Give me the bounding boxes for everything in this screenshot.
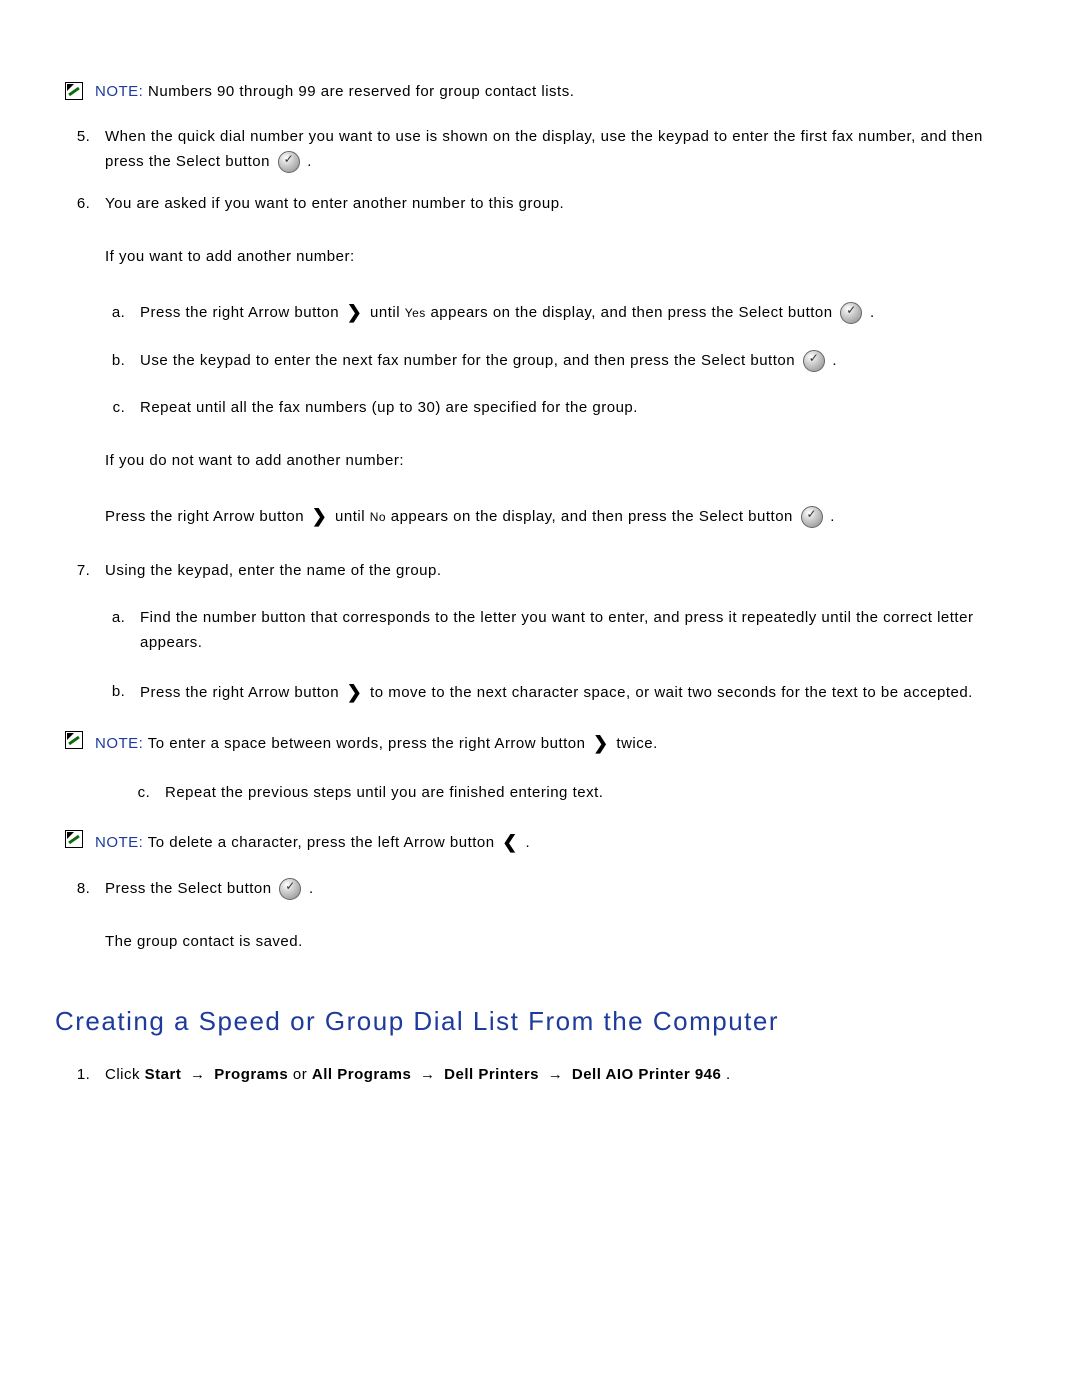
step-7c: Repeat the previous steps until you are … [155,781,1025,806]
select-button-icon [279,878,301,900]
comp-step-1: Click Start → Programs or All Programs →… [95,1063,1025,1088]
section-heading: Creating a Speed or Group Dial List From… [55,1000,1025,1043]
arrow-right-icon: ❯ [347,298,363,328]
arrow-right-icon: ❯ [593,729,609,759]
select-button-icon [803,350,825,372]
step-8: Press the Select button . The group cont… [95,877,1025,955]
step-6c: Repeat until all the fax numbers (up to … [130,396,1025,421]
note-icon [65,830,83,848]
note-body: Numbers 90 through 99 are reserved for g… [148,83,574,100]
arrow-right-icon: ❯ [347,678,363,708]
note-label: NOTE: [95,834,143,851]
note-block: NOTE: Numbers 90 through 99 are reserved… [65,80,1025,105]
step6-sublist-add: Press the right Arrow button ❯ until Yes… [130,298,1025,421]
no-text: No [370,510,386,524]
step-7: Using the keypad, enter the name of the … [95,559,1025,707]
note-block: NOTE: To delete a character, press the l… [65,828,1025,858]
menu-arrow: → [420,1066,436,1083]
saved-text: The group contact is saved. [105,930,1025,955]
note-text: NOTE: Numbers 90 through 99 are reserved… [95,80,574,105]
arrow-left-icon: ❮ [502,828,518,858]
note-icon [65,82,83,100]
if-add-heading: If you want to add another number: [105,245,1025,270]
yes-text: Yes [405,306,426,320]
note-label: NOTE: [95,83,143,100]
step7-sublist-cont: Repeat the previous steps until you are … [155,781,1025,806]
menu-dell-aio: Dell AIO Printer 946 [572,1066,722,1083]
computer-list: Click Start → Programs or All Programs →… [95,1063,1025,1088]
note-icon [65,731,83,749]
arrow-right-icon: ❯ [312,502,328,532]
no-add-instruction: Press the right Arrow button ❯ until No … [105,502,1025,532]
step-7b: Press the right Arrow button ❯ to move t… [130,678,1025,708]
step-7a: Find the number button that corresponds … [130,606,1025,656]
step7-sublist: Find the number button that corresponds … [130,606,1025,707]
if-not-add-heading: If you do not want to add another number… [105,449,1025,474]
step-6: You are asked if you want to enter anoth… [95,192,1025,531]
select-button-icon [278,151,300,173]
step7c-container: Repeat the previous steps until you are … [120,781,1025,806]
step-6b: Use the keypad to enter the next fax num… [130,349,1025,374]
step7c-wrapper: Repeat the previous steps until you are … [120,781,1025,806]
menu-programs: Programs [214,1066,288,1083]
main-list-cont: Press the Select button . The group cont… [95,877,1025,955]
note-block: NOTE: To enter a space between words, pr… [65,729,1025,759]
menu-arrow: → [548,1066,564,1083]
note-text: NOTE: To enter a space between words, pr… [95,729,658,759]
main-list: When the quick dial number you want to u… [95,125,1025,708]
note-text: NOTE: To delete a character, press the l… [95,828,530,858]
select-button-icon [840,302,862,324]
menu-all-programs: All Programs [312,1066,411,1083]
step-5: When the quick dial number you want to u… [95,125,1025,175]
menu-start: Start [145,1066,182,1083]
select-button-icon [801,506,823,528]
step-6a: Press the right Arrow button ❯ until Yes… [130,298,1025,328]
note-label: NOTE: [95,735,143,752]
menu-dell-printers: Dell Printers [444,1066,539,1083]
menu-arrow: → [190,1066,206,1083]
